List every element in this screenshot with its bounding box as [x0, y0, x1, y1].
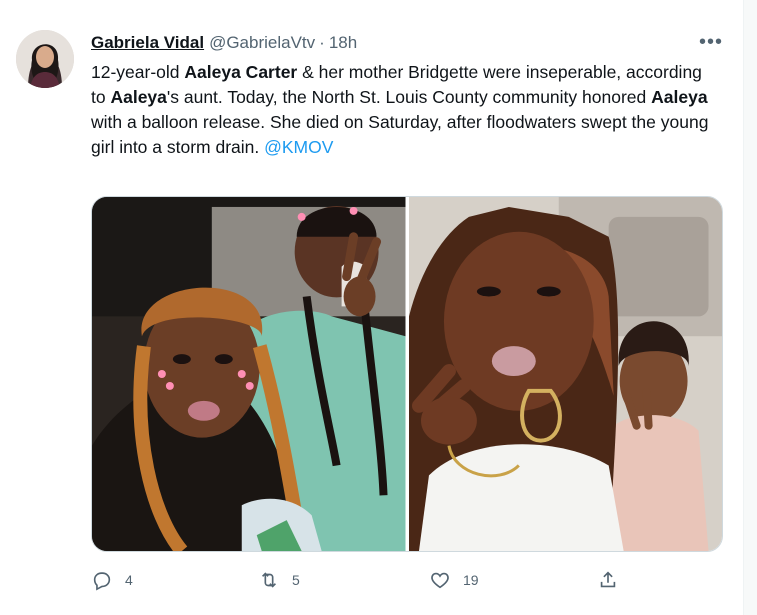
text-segment: 12-year-old [91, 62, 185, 82]
text-segment: with a balloon release. She died on Satu… [91, 112, 709, 157]
separator-dot: · [319, 33, 325, 52]
photo-1[interactable] [92, 197, 406, 551]
retweet-button[interactable]: 5 [258, 569, 300, 591]
avatar[interactable] [16, 30, 74, 88]
photo-2[interactable] [408, 197, 722, 551]
retweet-count: 5 [292, 572, 300, 588]
share-button[interactable] [597, 569, 619, 591]
share-icon [600, 571, 616, 588]
reply-count: 4 [125, 572, 133, 588]
tweet-actions: 4 5 19 [91, 566, 651, 594]
timestamp[interactable]: 18h [329, 33, 357, 53]
reply-icon [93, 572, 111, 591]
tweet-text: 12-year-old Aaleya Carter & her mother B… [91, 60, 711, 160]
photo-2-image [408, 197, 722, 551]
text-bold-name: Aaleya [651, 87, 708, 107]
text-bold-name: Aaleya Carter [184, 62, 298, 82]
tweet-header: Gabriela Vidal @GabrielaVtv · 18h [91, 32, 721, 54]
heart-icon [431, 572, 449, 589]
more-horizontal-icon: ••• [698, 31, 723, 53]
text-bold-name: Aaleya [110, 87, 167, 107]
tweet-card[interactable]: Gabriela Vidal @GabrielaVtv · 18h ••• 12… [0, 0, 744, 615]
reply-button[interactable]: 4 [91, 569, 133, 591]
mention-link[interactable]: @KMOV [264, 137, 333, 157]
like-count: 19 [463, 572, 479, 588]
like-button[interactable]: 19 [429, 569, 479, 591]
text-segment: 's aunt. Today, the North St. Louis Coun… [166, 87, 652, 107]
more-options-button[interactable]: ••• [697, 31, 725, 53]
media-grid [91, 196, 723, 552]
author-handle[interactable]: @GabrielaVtv [209, 33, 315, 53]
retweet-icon [261, 572, 277, 588]
photo-1-image [92, 197, 406, 551]
author-name[interactable]: Gabriela Vidal [91, 33, 204, 53]
avatar-image [16, 30, 74, 88]
